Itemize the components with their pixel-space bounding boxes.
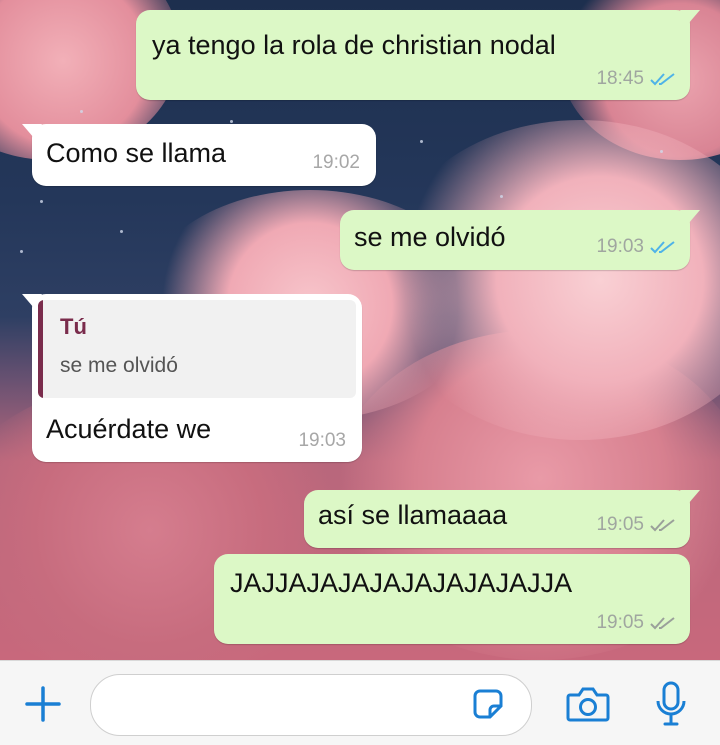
bubble-tail xyxy=(680,210,700,224)
delivered-ticks-icon xyxy=(650,519,675,532)
message-bubble-outgoing[interactable]: JAJJAJAJAJAJAJAJAJAJJA 19:05 xyxy=(214,554,690,644)
wallpaper-star xyxy=(20,250,23,253)
wallpaper-star xyxy=(230,120,233,123)
wallpaper-star xyxy=(40,200,43,203)
read-ticks-icon xyxy=(650,241,675,254)
quoted-message[interactable]: Tú se me olvidó xyxy=(38,300,356,398)
message-text: así se llamaaaa xyxy=(318,500,508,530)
quote-text: se me olvidó xyxy=(60,354,178,377)
message-meta: 19:03 xyxy=(596,236,676,258)
wallpaper-star xyxy=(500,195,503,198)
message-text: ya tengo la rola de christian nodal xyxy=(152,30,556,60)
microphone-icon[interactable] xyxy=(654,681,688,727)
message-input-bar xyxy=(0,660,720,745)
message-input[interactable] xyxy=(90,674,532,736)
wallpaper-star xyxy=(120,230,123,233)
bubble-tail xyxy=(680,490,700,504)
message-text: JAJJAJAJAJAJAJAJAJAJJA xyxy=(230,568,573,598)
message-bubble-incoming[interactable]: Como se llama 19:02 xyxy=(22,124,376,186)
wallpaper-star xyxy=(80,110,83,113)
bubble-tail xyxy=(680,10,700,24)
quote-author: Tú xyxy=(60,314,87,339)
message-text: Como se llama xyxy=(46,138,227,168)
message-bubble-outgoing[interactable]: se me olvidó 19:03 xyxy=(340,210,700,270)
message-meta: 18:45 xyxy=(596,68,676,90)
message-time: 19:03 xyxy=(298,430,346,451)
message-time: 19:03 xyxy=(596,236,644,257)
read-ticks-icon xyxy=(650,73,675,86)
bubble-tail xyxy=(22,124,42,138)
message-bubble-outgoing[interactable]: así se llamaaaa 19:05 xyxy=(304,490,700,548)
sticker-icon[interactable] xyxy=(472,688,504,720)
message-time: 19:02 xyxy=(312,152,360,173)
message-bubble-incoming[interactable]: Tú se me olvidó Acuérdate we 19:03 xyxy=(22,294,362,462)
message-meta: 19:02 xyxy=(312,152,360,174)
message-time: 19:05 xyxy=(596,514,644,535)
message-bubble-outgoing[interactable]: ya tengo la rola de christian nodal 18:4… xyxy=(136,10,700,100)
message-time: 19:05 xyxy=(596,612,644,633)
message-text: se me olvidó xyxy=(354,222,506,252)
quote-accent-bar xyxy=(38,300,43,398)
message-time: 18:45 xyxy=(596,68,644,89)
wallpaper-star xyxy=(420,140,423,143)
message-meta: 19:03 xyxy=(298,430,346,452)
wallpaper-star xyxy=(660,150,663,153)
message-text: Acuérdate we xyxy=(46,414,212,444)
delivered-ticks-icon xyxy=(650,617,675,630)
plus-icon[interactable] xyxy=(24,685,62,723)
message-meta: 19:05 xyxy=(596,612,676,634)
camera-icon[interactable] xyxy=(566,686,610,722)
message-meta: 19:05 xyxy=(596,514,676,536)
